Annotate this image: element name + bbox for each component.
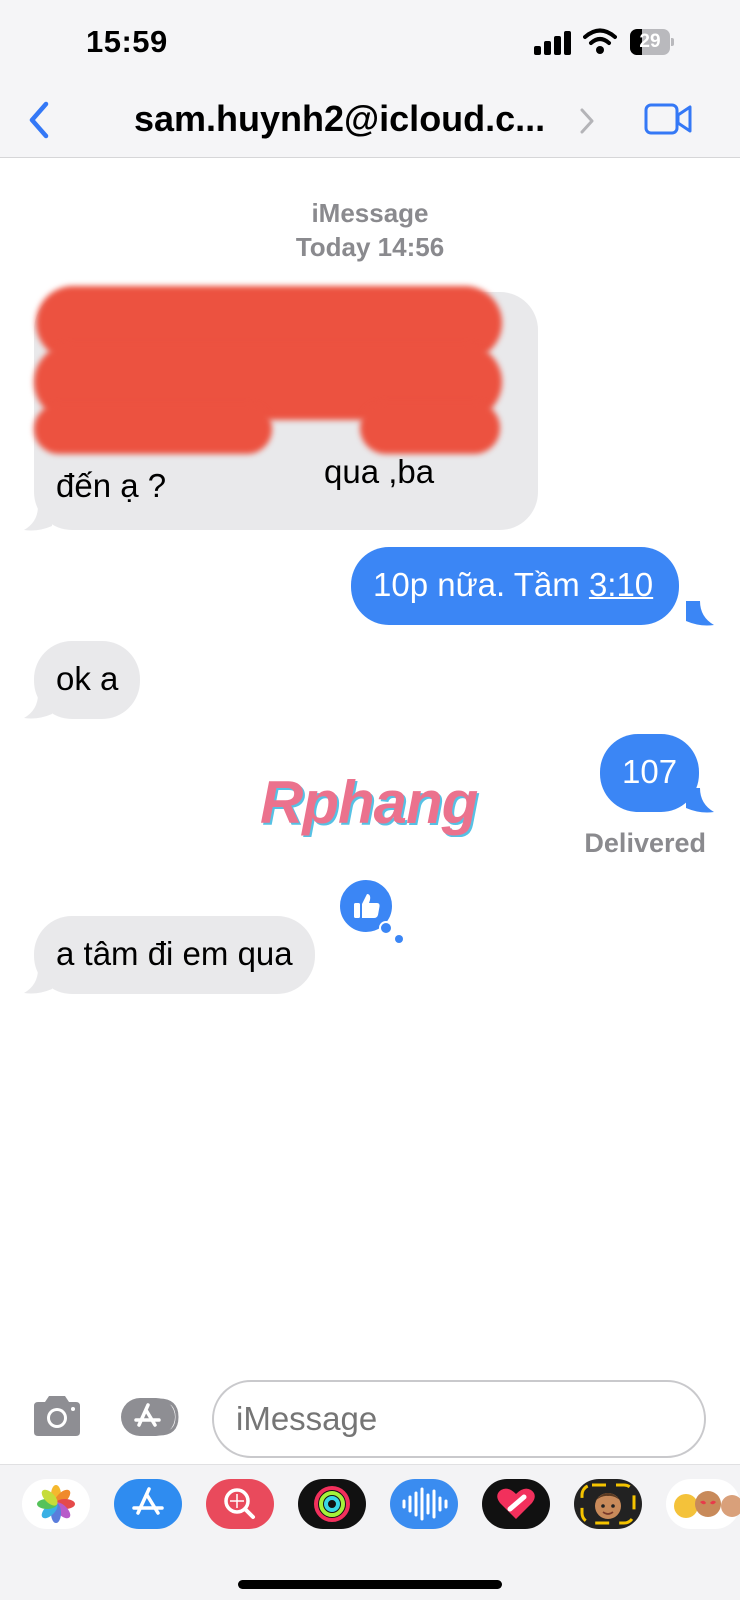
received-message[interactable]: a tâm đi em qua	[34, 916, 315, 994]
bubble-tail	[24, 506, 52, 531]
sent-message[interactable]: 107	[600, 734, 700, 812]
watermark: Rphang	[260, 769, 478, 836]
delivered-status: Delivered	[584, 828, 706, 858]
home-indicator[interactable]	[238, 1580, 502, 1589]
tapback-tail	[379, 921, 393, 935]
bubble-tail	[686, 601, 714, 626]
message-text: 10p nữa. Tầm	[373, 566, 589, 603]
back-chevron-icon[interactable]	[22, 98, 62, 142]
message-text: đến ạ ?	[56, 467, 167, 504]
time-link[interactable]: 3:10	[589, 566, 653, 603]
status-bar: 15:59 29	[0, 0, 740, 88]
conversation-header: iMessage Today 14:56	[0, 196, 740, 264]
audio-message-icon[interactable]	[390, 1479, 458, 1529]
app-store-icon[interactable]	[114, 1479, 182, 1529]
activity-icon[interactable]	[298, 1479, 366, 1529]
bubble-tail	[686, 788, 714, 813]
facetime-video-icon[interactable]	[644, 102, 692, 136]
memoji-stickers-icon[interactable]	[666, 1479, 740, 1529]
tapback-tail	[395, 935, 403, 943]
chevron-right-icon[interactable]	[578, 106, 596, 136]
thumbs-up-icon	[354, 894, 380, 918]
message-text: ok a	[56, 660, 119, 697]
memoji-icon[interactable]	[574, 1479, 642, 1529]
sent-message[interactable]: 10p nữa. Tầm 3:10	[351, 547, 680, 625]
battery-percent: 29	[639, 31, 661, 52]
wifi-icon	[583, 28, 617, 54]
cellular-signal-icon	[534, 31, 572, 55]
bubble-tail	[24, 694, 52, 719]
battery-icon: 29	[630, 29, 674, 55]
message-text: 107	[622, 753, 678, 790]
status-time: 15:59	[86, 24, 168, 59]
redaction-mark	[360, 402, 500, 454]
bubble-tail	[24, 969, 52, 994]
app-store-apps-icon[interactable]	[119, 1396, 185, 1438]
image-search-icon[interactable]	[206, 1479, 274, 1529]
photos-icon[interactable]	[22, 1479, 90, 1529]
conversation-timestamp: Today 14:56	[295, 232, 445, 262]
camera-icon[interactable]	[30, 1394, 84, 1438]
redaction-mark	[34, 404, 272, 454]
digital-touch-icon[interactable]	[482, 1479, 550, 1529]
message-text: a tâm đi em qua	[56, 935, 293, 972]
message-input[interactable]	[212, 1380, 706, 1458]
received-message-redacted[interactable]: qua ,ba đến ạ ?	[34, 286, 538, 530]
service-label: iMessage	[311, 198, 429, 228]
nav-bar: sam.huynh2@icloud.c...	[0, 88, 740, 158]
contact-name[interactable]: sam.huynh2@icloud.c...	[134, 98, 564, 140]
